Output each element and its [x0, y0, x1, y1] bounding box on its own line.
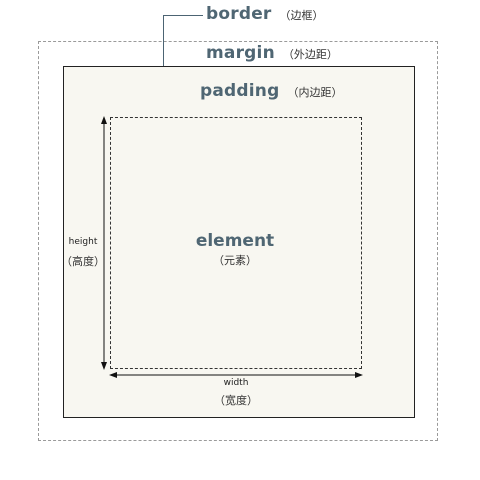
width-arrow: [109, 372, 363, 378]
dimension-arrows: [101, 116, 363, 378]
width-arrow-head-right: [355, 372, 363, 378]
height-arrow: [101, 116, 107, 370]
width-arrow-head-left: [109, 372, 117, 378]
box-model-diagram: border （边框） margin （外边距） padding （内边距） e…: [0, 0, 480, 480]
height-arrow-head-bottom: [101, 362, 107, 370]
height-arrow-head-top: [101, 116, 107, 124]
